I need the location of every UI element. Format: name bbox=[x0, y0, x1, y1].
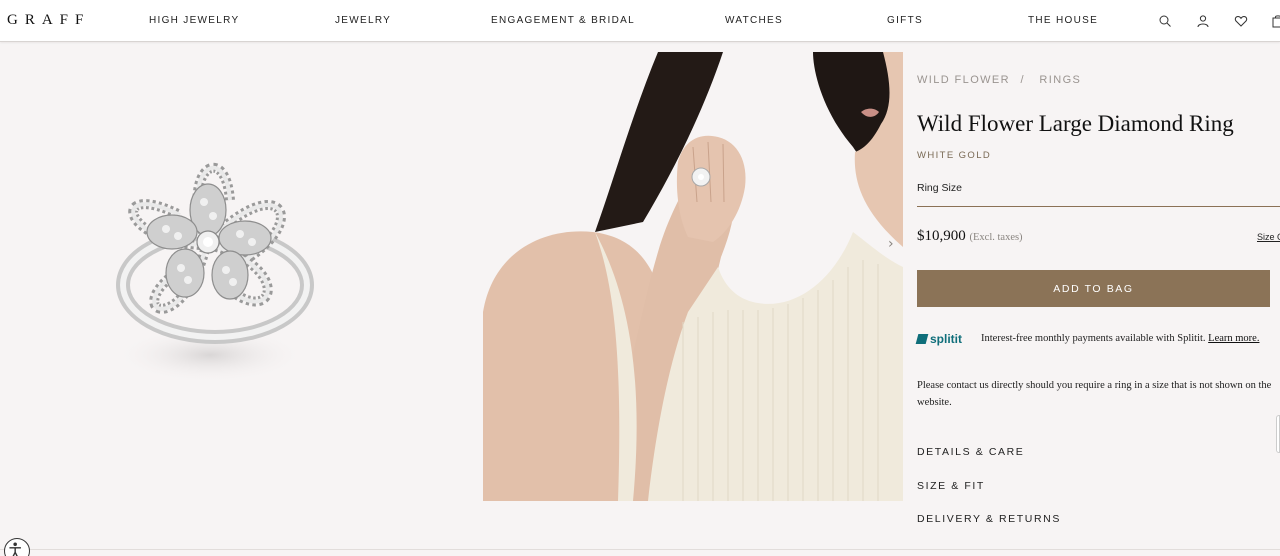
site-header: GRAFF HIGH JEWELRY JEWELRY ENGAGEMENT & … bbox=[0, 0, 1280, 42]
splitit-text: Interest-free monthly payments available… bbox=[981, 333, 1206, 344]
graff-logo[interactable]: GRAFF bbox=[7, 12, 90, 29]
breadcrumb-category[interactable]: RINGS bbox=[1039, 74, 1081, 86]
nav-jewelry[interactable]: JEWELRY bbox=[335, 15, 391, 26]
nav-high-jewelry[interactable]: HIGH JEWELRY bbox=[149, 15, 239, 26]
product-title: Wild Flower Large Diamond Ring bbox=[917, 111, 1234, 136]
nav-gifts[interactable]: GIFTS bbox=[887, 15, 923, 26]
search-icon[interactable] bbox=[1158, 14, 1172, 28]
accordion-details-care[interactable]: DETAILS & CARE bbox=[917, 446, 1024, 458]
accordion-delivery-returns[interactable]: DELIVERY & RETURNS bbox=[917, 513, 1061, 525]
bag-icon[interactable] bbox=[1272, 14, 1280, 28]
splitit-learn-more-link[interactable]: Learn more. bbox=[1208, 333, 1259, 344]
splitit-logo-text: splitit bbox=[930, 332, 962, 346]
splitit-mark-icon bbox=[915, 334, 929, 344]
breadcrumb: WILD FLOWER / RINGS bbox=[917, 74, 1081, 86]
splitit-logo: splitit bbox=[915, 332, 962, 346]
ring-product-image bbox=[115, 162, 314, 383]
size-guide-link[interactable]: Size G bbox=[1257, 232, 1280, 242]
side-scroll-handle[interactable] bbox=[1276, 415, 1280, 453]
product-price: $10,900 bbox=[917, 228, 966, 244]
nav-the-house[interactable]: THE HOUSE bbox=[1028, 15, 1098, 26]
ring-size-select[interactable]: Ring Size bbox=[917, 182, 962, 194]
nav-watches[interactable]: WATCHES bbox=[725, 15, 783, 26]
price-note: (Excl. taxes) bbox=[969, 232, 1023, 243]
account-icon[interactable] bbox=[1196, 14, 1210, 28]
ring-size-underline bbox=[917, 206, 1280, 207]
price-block: $10,900 (Excl. taxes) bbox=[917, 228, 1023, 245]
product-material: WHITE GOLD bbox=[917, 150, 992, 161]
bottom-divider bbox=[0, 549, 1280, 550]
breadcrumb-collection[interactable]: WILD FLOWER bbox=[917, 74, 1010, 86]
add-to-bag-button[interactable]: ADD TO BAG bbox=[917, 270, 1270, 307]
model-wearing-ring-photo bbox=[483, 52, 903, 501]
carousel-next-arrow-icon[interactable]: › bbox=[888, 236, 894, 252]
nav-engagement-bridal[interactable]: ENGAGEMENT & BRIDAL bbox=[491, 15, 635, 26]
splitit-message: Interest-free monthly payments available… bbox=[981, 333, 1259, 344]
accordion-size-fit[interactable]: SIZE & FIT bbox=[917, 480, 985, 492]
wishlist-heart-icon[interactable] bbox=[1234, 14, 1248, 28]
accessibility-icon[interactable] bbox=[4, 538, 30, 556]
contact-note: Please contact us directly should you re… bbox=[917, 380, 1272, 408]
breadcrumb-separator: / bbox=[1020, 74, 1025, 86]
